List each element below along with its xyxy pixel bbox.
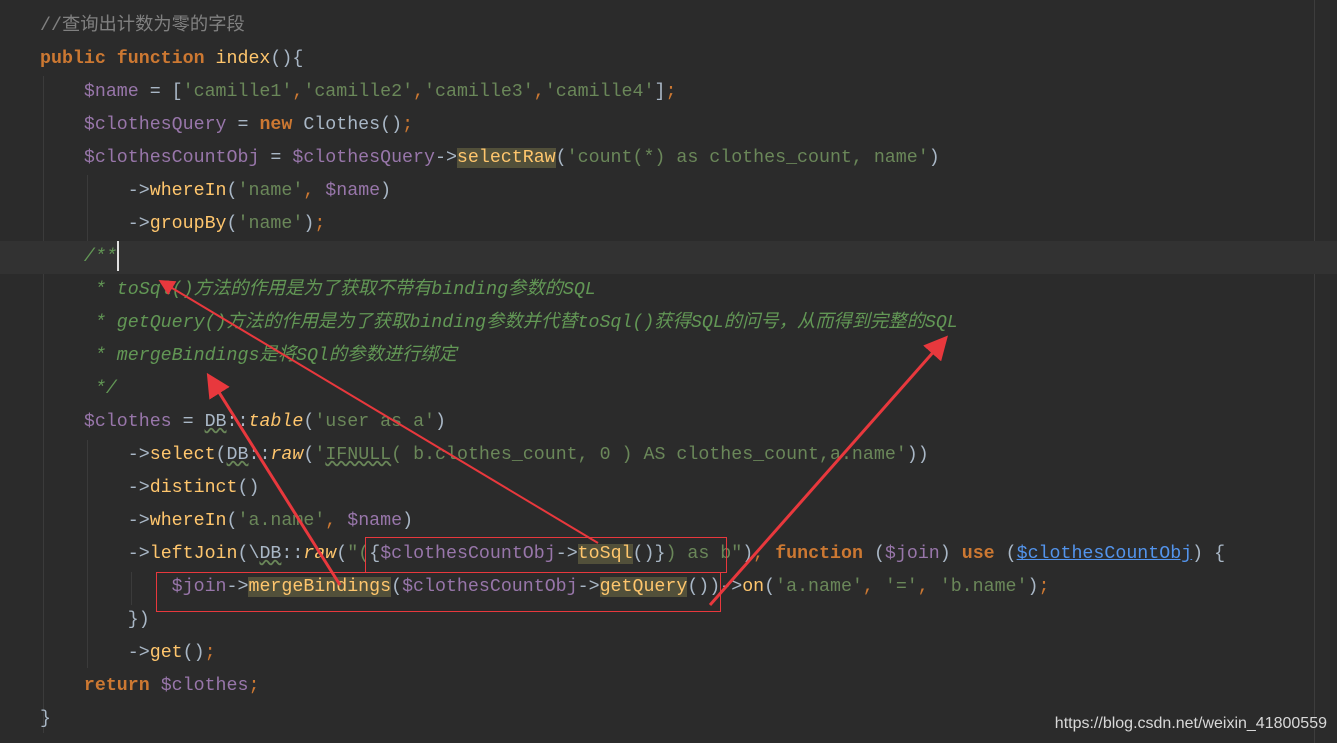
arrow-mergebindings <box>206 372 342 586</box>
arrow-tosql <box>158 279 599 544</box>
annotation-arrows <box>158 279 948 606</box>
arrow-getquery <box>708 335 948 606</box>
watermark: https://blog.csdn.net/weixin_41800559 <box>1054 715 1327 732</box>
